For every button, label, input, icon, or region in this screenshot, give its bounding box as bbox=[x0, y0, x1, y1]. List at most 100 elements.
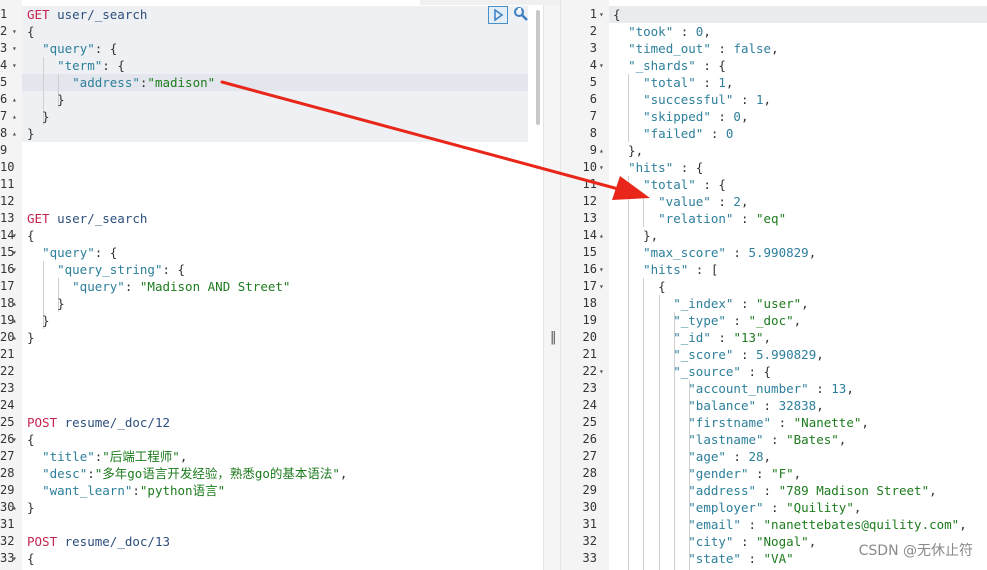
code-line[interactable]: 7 ▴ } bbox=[0, 108, 543, 125]
code-line[interactable]: 14 ▾ { bbox=[0, 227, 543, 244]
code-line[interactable]: 28 "gender" : "F", bbox=[561, 465, 987, 482]
fold-close-icon[interactable]: ▴ bbox=[12, 125, 17, 142]
code-line[interactable]: 17 ▾ { bbox=[561, 278, 987, 295]
code-line[interactable]: 30 "employer" : "Quility", bbox=[561, 499, 987, 516]
code-line[interactable]: 18 "_index" : "user", bbox=[561, 295, 987, 312]
code-line[interactable]: 19 ▴ } bbox=[0, 312, 543, 329]
code-line[interactable]: 9 ▴ }, bbox=[561, 142, 987, 159]
code-line[interactable]: 7 "skipped" : 0, bbox=[561, 108, 987, 125]
code-line[interactable]: 15 ▾ "query": { bbox=[0, 244, 543, 261]
code-token: , bbox=[801, 296, 809, 311]
fold-close-icon[interactable]: ▴ bbox=[12, 91, 17, 108]
code-line[interactable]: 1 GET user/_search bbox=[0, 6, 543, 23]
fold-open-icon[interactable]: ▾ bbox=[12, 23, 17, 40]
code-line[interactable]: 16 ▾ "hits" : [ bbox=[561, 261, 987, 278]
request-scrollbar[interactable] bbox=[536, 10, 540, 125]
code-line[interactable]: 18 ▴ } bbox=[0, 295, 543, 312]
code-line[interactable]: 10 bbox=[0, 159, 543, 176]
code-line[interactable]: 9 bbox=[0, 142, 543, 159]
code-line[interactable]: 33 ▾ { bbox=[0, 550, 543, 567]
code-line[interactable]: 4 ▾ "term": { bbox=[0, 57, 543, 74]
code-line[interactable]: 21 bbox=[0, 346, 543, 363]
code-line[interactable]: 24 bbox=[0, 397, 543, 414]
code-line[interactable]: 29 "want_learn":"python语言" bbox=[0, 482, 543, 499]
code-line[interactable]: 5 "total" : 1, bbox=[561, 74, 987, 91]
fold-open-icon[interactable]: ▾ bbox=[599, 176, 604, 193]
code-line[interactable]: 27 "title":"后端工程师", bbox=[0, 448, 543, 465]
code-line[interactable]: 8 ▴} bbox=[0, 125, 543, 142]
code-line[interactable]: 16 ▾ "query_string": { bbox=[0, 261, 543, 278]
code-line[interactable]: 26 ▾ { bbox=[0, 431, 543, 448]
code-line[interactable]: 31 bbox=[0, 516, 543, 533]
code-line[interactable]: 20 "_id" : "13", bbox=[561, 329, 987, 346]
code-line[interactable]: 29 "address" : "789 Madison Street", bbox=[561, 482, 987, 499]
fold-close-icon[interactable]: ▴ bbox=[12, 295, 17, 312]
code-line[interactable]: 24 "balance" : 32838, bbox=[561, 397, 987, 414]
code-line[interactable]: 14 ▴ }, bbox=[561, 227, 987, 244]
code-line[interactable]: 22 ▾ "_source" : { bbox=[561, 363, 987, 380]
code-line[interactable]: 13 GET user/_search bbox=[0, 210, 543, 227]
fold-close-icon[interactable]: ▴ bbox=[12, 312, 17, 329]
code-line[interactable]: 6 "successful" : 1, bbox=[561, 91, 987, 108]
fold-open-icon[interactable]: ▾ bbox=[12, 227, 17, 244]
line-number: 33 bbox=[582, 551, 597, 565]
code-line[interactable]: 32 POST resume/_doc/13 bbox=[0, 533, 543, 550]
code-line[interactable]: 11 ▾ "total" : { bbox=[561, 176, 987, 193]
response-viewer[interactable]: 1 ▾{2 "took" : 0, 3 "timed_out" : false, 4 ▾… bbox=[561, 0, 987, 570]
line-number: 30 bbox=[0, 500, 15, 514]
fold-close-icon[interactable]: ▴ bbox=[599, 227, 604, 244]
code-line[interactable]: 10 ▾ "hits" : { bbox=[561, 159, 987, 176]
fold-open-icon[interactable]: ▾ bbox=[599, 159, 604, 176]
code-line[interactable]: 6 ▴ } bbox=[0, 91, 543, 108]
code-line[interactable]: 2 "took" : 0, bbox=[561, 23, 987, 40]
fold-open-icon[interactable]: ▾ bbox=[12, 261, 17, 278]
code-line[interactable]: 11 bbox=[0, 176, 543, 193]
code-line[interactable]: 25 POST resume/_doc/12 bbox=[0, 414, 543, 431]
code-line[interactable]: 23 "account_number" : 13, bbox=[561, 380, 987, 397]
fold-open-icon[interactable]: ▾ bbox=[599, 363, 604, 380]
code-line[interactable]: 25 "firstname" : "Nanette", bbox=[561, 414, 987, 431]
fold-open-icon[interactable]: ▾ bbox=[12, 40, 17, 57]
code-token: user/_search bbox=[49, 211, 148, 226]
fold-open-icon[interactable]: ▾ bbox=[599, 278, 604, 295]
code-line[interactable]: 3 "timed_out" : false, bbox=[561, 40, 987, 57]
fold-open-icon[interactable]: ▾ bbox=[12, 244, 17, 261]
fold-open-icon[interactable]: ▾ bbox=[599, 57, 604, 74]
code-line[interactable]: 21 "_score" : 5.990829, bbox=[561, 346, 987, 363]
code-line[interactable]: 12 bbox=[0, 193, 543, 210]
fold-open-icon[interactable]: ▾ bbox=[12, 57, 17, 74]
pane-resizer[interactable]: ‖ bbox=[543, 0, 561, 570]
fold-close-icon[interactable]: ▴ bbox=[12, 108, 17, 125]
code-line[interactable]: 17 "query": "Madison AND Street" bbox=[0, 278, 543, 295]
code-line[interactable]: 5 "address":"madison" bbox=[0, 74, 543, 91]
fold-open-icon[interactable]: ▾ bbox=[599, 261, 604, 278]
request-settings-button[interactable] bbox=[512, 5, 530, 23]
code-line[interactable]: 8 "failed" : 0 bbox=[561, 125, 987, 142]
fold-open-icon[interactable]: ▾ bbox=[12, 431, 17, 448]
code-line[interactable]: 1 ▾ { bbox=[561, 6, 987, 23]
code-line[interactable]: 3 ▾ "query": { bbox=[0, 40, 543, 57]
line-number: 5 bbox=[0, 75, 8, 89]
code-line[interactable]: 20 ▴} bbox=[0, 329, 543, 346]
code-line[interactable]: 4 ▾ "_shards" : { bbox=[561, 57, 987, 74]
fold-close-icon[interactable]: ▴ bbox=[12, 499, 17, 516]
code-line[interactable]: 22 bbox=[0, 363, 543, 380]
code-line[interactable]: 2 ▾ { bbox=[0, 23, 543, 40]
code-line[interactable]: 27 "age" : 28, bbox=[561, 448, 987, 465]
code-line[interactable]: 31 "email" : "nanettebates@quility.com", bbox=[561, 516, 987, 533]
code-line[interactable]: 30 ▴} bbox=[0, 499, 543, 516]
code-line[interactable]: 13 "relation" : "eq" bbox=[561, 210, 987, 227]
fold-open-icon[interactable]: ▾ bbox=[599, 6, 604, 23]
request-editor[interactable]: 1 GET user/_search 2 ▾{3 ▾ "query": {4 ▾ "ter… bbox=[0, 0, 543, 570]
code-line[interactable]: 15 "max_score" : 5.990829, bbox=[561, 244, 987, 261]
code-line[interactable]: 23 bbox=[0, 380, 543, 397]
fold-close-icon[interactable]: ▴ bbox=[599, 142, 604, 159]
code-line[interactable]: 12 "value" : 2, bbox=[561, 193, 987, 210]
code-line[interactable]: 28 "desc":"多年go语言开发经验，熟悉go的基本语法", bbox=[0, 465, 543, 482]
code-line[interactable]: 19 "_type" : "_doc", bbox=[561, 312, 987, 329]
fold-open-icon[interactable]: ▾ bbox=[12, 550, 17, 567]
code-line[interactable]: 26 "lastname" : "Bates", bbox=[561, 431, 987, 448]
fold-close-icon[interactable]: ▴ bbox=[12, 329, 17, 346]
run-request-button[interactable] bbox=[488, 6, 508, 24]
